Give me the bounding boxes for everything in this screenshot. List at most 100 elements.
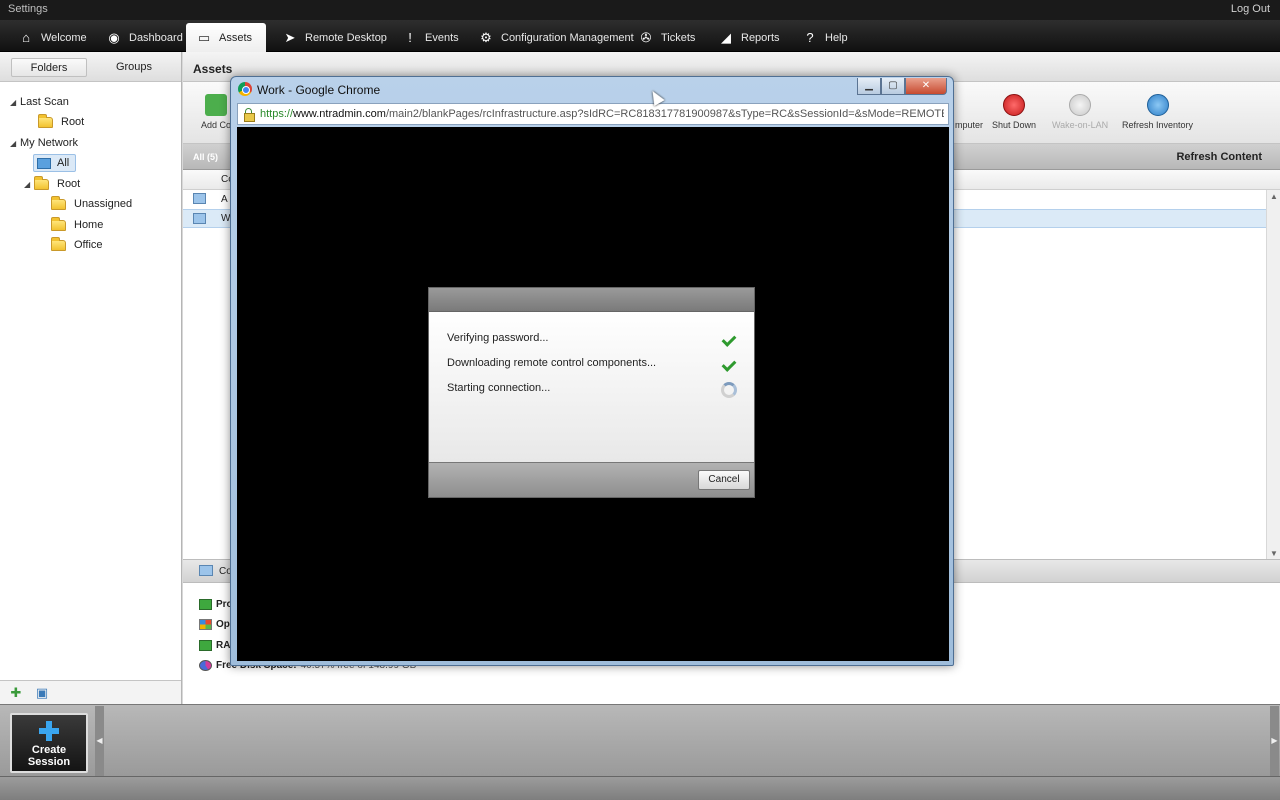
scroll-up-icon[interactable]: ▲ [1270, 192, 1278, 201]
tab-remote-desktop[interactable]: ➤ Remote Desktop [272, 23, 397, 52]
window-title: Work - Google Chrome [257, 83, 381, 97]
wake-on-lan-button[interactable]: Wake-on-LAN [1052, 94, 1108, 130]
detail-label: RA [216, 639, 231, 651]
close-icon[interactable]: ✕ [905, 78, 947, 95]
button-label: Create [31, 744, 67, 756]
monitor-icon: ▭ [197, 29, 211, 45]
cancel-button[interactable]: Cancel [698, 470, 750, 490]
refresh-content-button[interactable]: Refresh Content [1176, 151, 1262, 163]
create-session-button[interactable]: Create Session [10, 713, 88, 773]
url-path: /main2/blankPages/rcInfrastructure.asp?s… [385, 108, 944, 120]
plus-icon [39, 721, 59, 741]
tab-label: Tickets [661, 31, 696, 44]
computer-icon [958, 94, 980, 116]
add-folder-icon[interactable]: ✚ [8, 685, 24, 700]
tab-label: Assets [219, 31, 253, 44]
tab-label: Reports [741, 31, 780, 44]
folder-icon [34, 175, 49, 190]
tab-dashboard[interactable]: ◉ Dashboard [96, 23, 193, 52]
tree-label: Last Scan [20, 96, 69, 108]
power-icon [1003, 94, 1026, 116]
shut-down-button[interactable]: Shut Down [992, 94, 1036, 130]
scroll-left-icon[interactable]: ◀ [95, 706, 104, 776]
url-text[interactable]: https://www.ntradmin.com/main2/blankPage… [260, 108, 944, 120]
power-icon [1069, 94, 1092, 116]
all-count[interactable]: All (5) [193, 152, 218, 162]
folder-icon [51, 195, 66, 210]
grid-scrollbar[interactable]: ▲ ▼ [1266, 190, 1280, 560]
add-icon [205, 94, 228, 116]
detail-ram: RA [199, 637, 230, 653]
tree-item-unassigned[interactable]: Unassigned [51, 195, 132, 213]
tree-label: Root [57, 178, 81, 190]
computer-icon [199, 565, 213, 576]
help-icon: ? [806, 29, 814, 45]
minimize-icon[interactable]: ▁ [857, 78, 881, 95]
tab-configuration-management[interactable]: ⚙ Configuration Management [468, 23, 644, 52]
lock-icon [244, 108, 255, 122]
folder-panel-tabs: Folders Groups [0, 52, 181, 82]
collapse-icon[interactable]: ◢ [24, 180, 34, 189]
button-label: Refresh Inventory [1122, 120, 1194, 130]
dialog-footer: Cancel [429, 462, 754, 497]
logout-link[interactable]: Log Out [1231, 3, 1270, 15]
folder-panel: Folders Groups ◢ Last Scan Root ◢ My Net… [0, 52, 182, 704]
tree-item-home[interactable]: Home [51, 216, 103, 234]
lifebuoy-icon: ✇ [640, 29, 652, 45]
scroll-down-icon[interactable]: ▼ [1270, 549, 1278, 558]
address-bar[interactable]: https://www.ntradmin.com/main2/blankPage… [237, 103, 949, 125]
tab-reports[interactable]: ◢ Reports [708, 23, 790, 52]
detail-label: Op [216, 618, 230, 630]
collapse-icon[interactable]: ◢ [10, 98, 20, 107]
tab-label: Welcome [41, 31, 87, 44]
refresh-inventory-button[interactable]: Refresh Inventory [1122, 94, 1193, 130]
tab-label: Events [425, 31, 459, 44]
tree-label: All [57, 157, 70, 169]
tab-assets[interactable]: ▭ Assets [186, 23, 266, 52]
edit-folder-icon[interactable]: ▣ [34, 685, 50, 700]
tab-label: Help [825, 31, 848, 44]
step-downloading-components: Downloading remote control components... [447, 357, 657, 369]
tab-label: Dashboard [129, 31, 183, 44]
session-bar: Create Session ◀ ▶ [0, 704, 1280, 776]
tab-label: Remote Desktop [305, 31, 387, 44]
checkmark-icon [722, 334, 736, 346]
step-verifying-password: Verifying password... [447, 332, 549, 344]
button-label: Session [27, 756, 71, 768]
folders-tab[interactable]: Folders [11, 58, 87, 77]
folder-icon [51, 216, 66, 231]
tab-help[interactable]: ? Help [792, 23, 858, 52]
button-label: Shut Down [992, 120, 1037, 130]
tree-item-all[interactable]: All [33, 154, 77, 172]
connection-progress-dialog: Verifying password... Downloading remote… [428, 287, 755, 498]
dialog-header [429, 288, 754, 312]
url-domain: www.ntradmin.com [293, 108, 386, 120]
tree-item-my-network[interactable]: ◢ My Network [10, 134, 78, 152]
maximize-icon[interactable]: ▢ [881, 78, 905, 95]
app-titlebar: Settings Log Out [0, 0, 1280, 20]
home-icon: ⌂ [22, 29, 30, 45]
tab-label: Configuration Management [501, 31, 634, 44]
groups-tab[interactable]: Groups [96, 58, 172, 77]
tree-item-root-network[interactable]: ◢ Root [24, 175, 80, 193]
tree-label: My Network [20, 137, 79, 149]
dialog-body: Verifying password... Downloading remote… [429, 312, 754, 463]
main-nav: ⌂ Welcome ◉ Dashboard ▭ Assets ➤ Remote … [0, 20, 1280, 52]
chart-icon: ◢ [721, 29, 731, 45]
add-computer-button[interactable]: Add Co [201, 94, 231, 130]
computer-button[interactable]: mputer [955, 94, 983, 130]
tree-item-office[interactable]: Office [51, 236, 103, 254]
dashboard-icon: ◉ [108, 29, 120, 45]
exclamation-icon: ! [408, 29, 412, 45]
tab-tickets[interactable]: ✇ Tickets [628, 23, 705, 52]
spinner-icon [721, 382, 737, 398]
collapse-icon[interactable]: ◢ [10, 139, 20, 148]
tree-item-last-scan[interactable]: ◢ Last Scan [10, 93, 69, 111]
app-title: Settings [8, 3, 48, 15]
scroll-right-icon[interactable]: ▶ [1270, 706, 1279, 776]
tab-welcome[interactable]: ⌂ Welcome [8, 23, 97, 52]
tab-events[interactable]: ! Events [392, 23, 469, 52]
tree-item-root[interactable]: Root [38, 113, 84, 131]
computer-icon [193, 213, 206, 224]
processor-icon [199, 598, 212, 610]
